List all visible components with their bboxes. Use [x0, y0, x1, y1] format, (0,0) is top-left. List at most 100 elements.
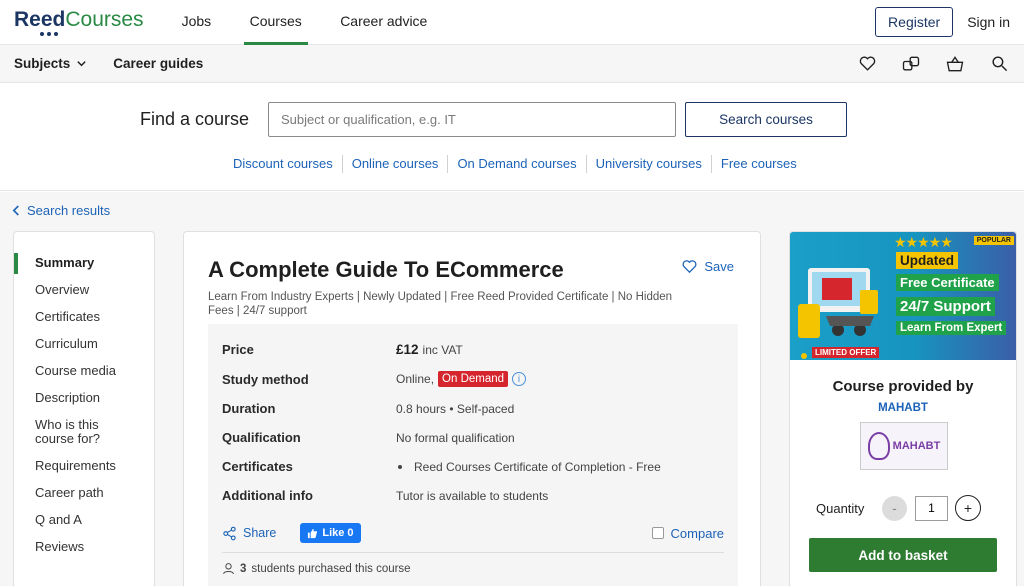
- share-label: Share: [243, 526, 277, 540]
- compare-icon[interactable]: [900, 53, 922, 75]
- course-banner-image: ★★★★★ POPULAR Updated Free Certificate 2…: [790, 232, 1016, 360]
- price-value: £12: [396, 342, 419, 357]
- course-title: A Complete Guide To ECommerce: [208, 257, 564, 282]
- save-label: Save: [704, 259, 734, 274]
- subjects-label: Subjects: [14, 56, 71, 71]
- quantity-input[interactable]: [915, 495, 948, 521]
- study-value: Online,: [396, 372, 435, 386]
- back-label: Search results: [27, 203, 111, 218]
- provided-by-heading: Course provided by: [832, 378, 974, 395]
- quantity-minus-button[interactable]: -: [882, 495, 907, 521]
- info-icon[interactable]: i: [512, 372, 527, 386]
- logo-courses: Courses: [65, 7, 144, 31]
- course-sidenav: Summary Overview Certificates Curriculum…: [13, 231, 155, 586]
- course-card: A Complete Guide To ECommerce Save Learn…: [183, 231, 761, 586]
- additional-row: Additional info Tutor is available to st…: [222, 488, 548, 503]
- search-input[interactable]: [268, 102, 676, 137]
- quantity-label: Quantity: [816, 500, 865, 516]
- purchased-info: 3 students purchased this course: [222, 562, 411, 575]
- search-courses-button[interactable]: Search courses: [685, 102, 847, 137]
- chevron-left-icon: [12, 205, 19, 216]
- quicklink-on-demand[interactable]: On Demand courses: [448, 155, 587, 173]
- sidenav-who-for[interactable]: Who is this course for?: [14, 412, 114, 453]
- save-button[interactable]: Save: [681, 258, 734, 275]
- price-row: Price £12 inc VAT: [222, 342, 463, 357]
- sub-navbar: Subjects Career guides: [0, 45, 1024, 83]
- provider-name-link[interactable]: MAHABT: [790, 402, 1016, 414]
- on-demand-badge: On Demand: [438, 371, 509, 387]
- heart-icon: [682, 260, 697, 274]
- sidenav-summary[interactable]: Summary: [14, 250, 154, 277]
- additional-value: Tutor is available to students: [396, 488, 549, 503]
- divider: [222, 552, 724, 553]
- provider-logo[interactable]: MAHABT: [860, 422, 948, 470]
- certificates-value: Reed Courses Certificate of Completion -…: [414, 459, 661, 474]
- nav-career-advice[interactable]: Career advice: [340, 0, 427, 45]
- quantity-plus-button[interactable]: +: [955, 495, 981, 521]
- course-actions: Share Like 0 Compare: [222, 522, 724, 544]
- heart-icon[interactable]: [856, 53, 878, 75]
- sidenav-career-path[interactable]: Career path: [14, 480, 154, 507]
- limited-offer-badge: LIMITED OFFER: [812, 347, 880, 358]
- quantity-stepper: Quantity - +: [816, 495, 981, 521]
- qualification-row: Qualification No formal qualification: [222, 430, 515, 445]
- quicklink-university[interactable]: University courses: [587, 155, 712, 173]
- rating-stars: ★★★★★: [894, 234, 953, 250]
- top-navbar: ReedCourses Jobs Courses Career advice R…: [0, 0, 1024, 45]
- search-section: Find a course Search courses Discount co…: [0, 83, 1024, 191]
- chevron-down-icon: [77, 61, 86, 67]
- facebook-like-button[interactable]: Like 0: [300, 523, 361, 543]
- purchased-text: students purchased this course: [251, 562, 411, 575]
- provider-panel: ★★★★★ POPULAR Updated Free Certificate 2…: [789, 231, 1017, 586]
- ecommerce-illustration: [798, 268, 878, 359]
- share-button[interactable]: Share: [222, 526, 276, 541]
- quicklink-free[interactable]: Free courses: [712, 155, 806, 173]
- search-icon[interactable]: [988, 53, 1010, 75]
- quicklink-online[interactable]: Online courses: [343, 155, 449, 173]
- banner-updated: Updated: [896, 252, 958, 269]
- back-to-search-results[interactable]: Search results: [12, 203, 110, 218]
- add-to-basket-button[interactable]: Add to basket: [809, 538, 997, 572]
- like-label: Like 0: [322, 527, 354, 539]
- sidenav-certificates[interactable]: Certificates: [14, 304, 154, 331]
- additional-label: Additional info: [222, 488, 313, 503]
- sidenav-description[interactable]: Description: [14, 385, 154, 412]
- duration-label: Duration: [222, 401, 276, 416]
- signin-link[interactable]: Sign in: [967, 14, 1010, 30]
- popular-badge: POPULAR: [973, 236, 1014, 245]
- banner-support: 24/7 Support: [896, 297, 995, 316]
- sidenav-reviews[interactable]: Reviews: [14, 534, 154, 561]
- price-label: Price: [222, 342, 254, 357]
- logo-reed: Reed: [14, 7, 66, 31]
- sidenav-course-media[interactable]: Course media: [14, 358, 154, 385]
- qualification-value: No formal qualification: [396, 430, 515, 445]
- qualification-label: Qualification: [222, 430, 301, 445]
- career-guides-link[interactable]: Career guides: [113, 56, 203, 71]
- sidenav-curriculum[interactable]: Curriculum: [14, 331, 154, 358]
- certificates-label: Certificates: [222, 459, 293, 474]
- share-icon: [223, 526, 236, 540]
- banner-free-certificate: Free Certificate: [896, 274, 999, 291]
- bullet-icon: [398, 464, 402, 469]
- compare-checkbox[interactable]: Compare: [651, 526, 724, 541]
- logo-dots: [40, 31, 144, 36]
- sidenav-overview[interactable]: Overview: [14, 277, 154, 304]
- purchased-count: 3: [240, 562, 247, 575]
- subjects-menu[interactable]: Subjects: [14, 56, 87, 71]
- main-nav: Jobs Courses Career advice: [182, 0, 462, 45]
- banner-learn: Learn From Expert: [896, 321, 1007, 335]
- nav-jobs[interactable]: Jobs: [182, 0, 212, 45]
- nav-courses[interactable]: Courses: [243, 0, 308, 45]
- study-row: Study method Online, On Demand i: [222, 371, 527, 387]
- basket-icon[interactable]: [944, 53, 966, 75]
- compare-box[interactable]: [651, 527, 664, 539]
- register-button[interactable]: Register: [875, 7, 954, 37]
- course-details: Price £12 inc VAT Study method Online, On …: [208, 324, 738, 586]
- sidenav-requirements[interactable]: Requirements: [14, 453, 154, 480]
- quicklink-discount[interactable]: Discount courses: [224, 155, 343, 173]
- duration-value: 0.8 hours • Self-paced: [396, 401, 515, 416]
- sidenav-q-and-a[interactable]: Q and A: [14, 507, 154, 534]
- head-icon: [867, 432, 890, 460]
- reed-logo[interactable]: ReedCourses: [14, 7, 144, 36]
- certificates-row: Certificates Reed Courses Certificate of…: [222, 459, 661, 474]
